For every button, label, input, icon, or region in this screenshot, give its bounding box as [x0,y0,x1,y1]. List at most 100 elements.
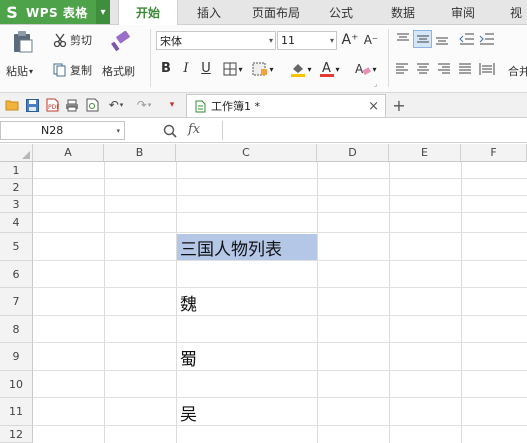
row-header-3[interactable]: 3 [0,196,33,213]
cell-style-icon[interactable]: ▾ [249,60,277,78]
cell-c11[interactable]: 吴 [177,399,317,425]
justify-icon[interactable] [456,62,474,76]
align-right-icon[interactable] [435,62,453,76]
tab-review[interactable]: 审阅 [440,0,486,24]
clear-format-icon[interactable]: A ▾ [352,59,380,79]
formula-input[interactable] [222,121,527,140]
column-header-b[interactable]: B [104,144,176,162]
font-family-value: 宋体 [160,34,182,48]
grid-line [33,232,527,233]
customize-toolbar-icon[interactable]: ▾ [164,97,180,113]
select-all-corner[interactable] [0,144,33,162]
bold-button[interactable]: B [157,59,175,77]
align-bottom-icon[interactable] [433,31,451,47]
font-family-select[interactable]: 宋体 ▾ [156,31,276,50]
font-size-select[interactable]: 11 ▾ [277,31,337,50]
insert-function-button[interactable]: fx [188,122,200,137]
align-center-icon[interactable] [414,62,432,76]
underline-button[interactable]: U [197,59,215,77]
tab-insert[interactable]: 插入 [186,0,232,24]
row-header-10[interactable]: 10 [0,371,33,398]
tab-home[interactable]: 开始 [118,0,178,25]
decrease-indent-icon[interactable] [458,31,476,47]
font-color-icon[interactable]: A ▾ [317,59,343,79]
font-dialog-launcher-icon[interactable]: ⌟ [374,80,377,88]
cut-label: 剪切 [70,34,92,47]
save-icon[interactable] [24,97,40,113]
app-menu-button[interactable]: S WPS 表格 [0,0,110,24]
tab-view[interactable]: 视 [505,0,527,24]
cell-c9[interactable]: 蜀 [177,344,317,370]
ribbon-separator [150,29,151,87]
font-family-dropdown-icon: ▾ [268,36,273,45]
paste-button[interactable]: 粘贴 ▾ [6,62,33,80]
row-header-1[interactable]: 1 [0,162,33,179]
grid-line [33,315,527,316]
svg-text:PDF: PDF [48,104,59,111]
document-tab[interactable]: 工作簿1 * × [186,94,386,117]
cell-c7[interactable]: 魏 [177,289,317,315]
column-header-f[interactable]: F [461,144,527,162]
grid-line [33,287,527,288]
align-middle-icon[interactable] [413,30,432,48]
shrink-font-button[interactable]: A⁻ [362,31,380,49]
column-header-c[interactable]: C [176,144,317,162]
column-header-a[interactable]: A [33,144,104,162]
paste-dropdown-icon: ▾ [29,66,34,76]
wps-logo-icon: S [6,2,18,22]
copy-icon [52,63,68,77]
row-header-2[interactable]: 2 [0,179,33,196]
format-painter-button[interactable]: 格式刷 [102,62,135,80]
undo-icon[interactable]: ↶ ▾ [103,97,129,113]
tab-formulas[interactable]: 公式 [318,0,364,24]
tab-data[interactable]: 数据 [380,0,426,24]
ribbon-home-panel: 粘贴 ▾ 剪切 复制 格式刷 宋体 ▾ 11 ▾ A⁺ A⁻ B I U ▾ ▾… [0,25,527,93]
row-header-9[interactable]: 9 [0,343,33,371]
row-header-8[interactable]: 8 [0,316,33,343]
redo-icon[interactable]: ↷ ▾ [131,97,157,113]
paste-icon[interactable] [10,29,36,55]
paste-label: 粘贴 [6,65,28,78]
distributed-align-icon[interactable] [477,61,497,77]
print-preview-icon[interactable] [84,97,100,113]
name-box-dropdown-icon: ▾ [116,126,120,135]
spreadsheet-grid[interactable]: A B C D E F 1 2 3 4 5 6 7 8 9 10 11 12 三… [0,144,527,443]
grid-line [33,212,527,213]
grow-font-button[interactable]: A⁺ [341,31,359,49]
align-top-icon[interactable] [394,31,412,47]
italic-button[interactable]: I [177,59,195,77]
close-tab-icon[interactable]: × [368,99,379,114]
format-painter-icon[interactable] [108,29,132,55]
cut-button[interactable]: 剪切 [52,31,92,49]
zoom-search-icon[interactable] [161,122,179,140]
export-pdf-icon[interactable]: PDF [44,97,60,113]
borders-icon[interactable]: ▾ [222,60,244,78]
app-menu-dropdown-icon[interactable]: ▾ [96,0,110,24]
row-header-11[interactable]: 11 [0,398,33,426]
column-header-e[interactable]: E [389,144,461,162]
grid-line [33,370,527,371]
row-header-12[interactable]: 12 [0,426,33,443]
svg-text:A: A [355,62,364,76]
row-header-7[interactable]: 7 [0,288,33,316]
sheet-file-icon [192,100,208,113]
row-header-6[interactable]: 6 [0,261,33,288]
new-tab-icon[interactable]: + [390,95,408,115]
align-left-icon[interactable] [393,62,411,76]
tab-page-layout[interactable]: 页面布局 [240,0,312,24]
merge-center-button[interactable]: 合并 [508,62,527,80]
name-box[interactable]: N28 ▾ [0,121,125,140]
column-header-d[interactable]: D [317,144,389,162]
open-folder-icon[interactable] [4,97,20,113]
print-icon[interactable] [64,97,80,113]
fill-color-icon[interactable]: ▾ [287,60,315,78]
copy-button[interactable]: 复制 [52,61,92,79]
cell-c5[interactable]: 三国人物列表 [177,234,317,260]
row-header-5[interactable]: 5 [0,233,33,261]
row-header-4[interactable]: 4 [0,213,33,233]
grid-line [33,178,527,179]
increase-indent-icon[interactable] [478,31,496,47]
app-name: WPS 表格 [26,5,88,20]
grid-line [461,162,462,443]
grid-line [389,162,390,443]
